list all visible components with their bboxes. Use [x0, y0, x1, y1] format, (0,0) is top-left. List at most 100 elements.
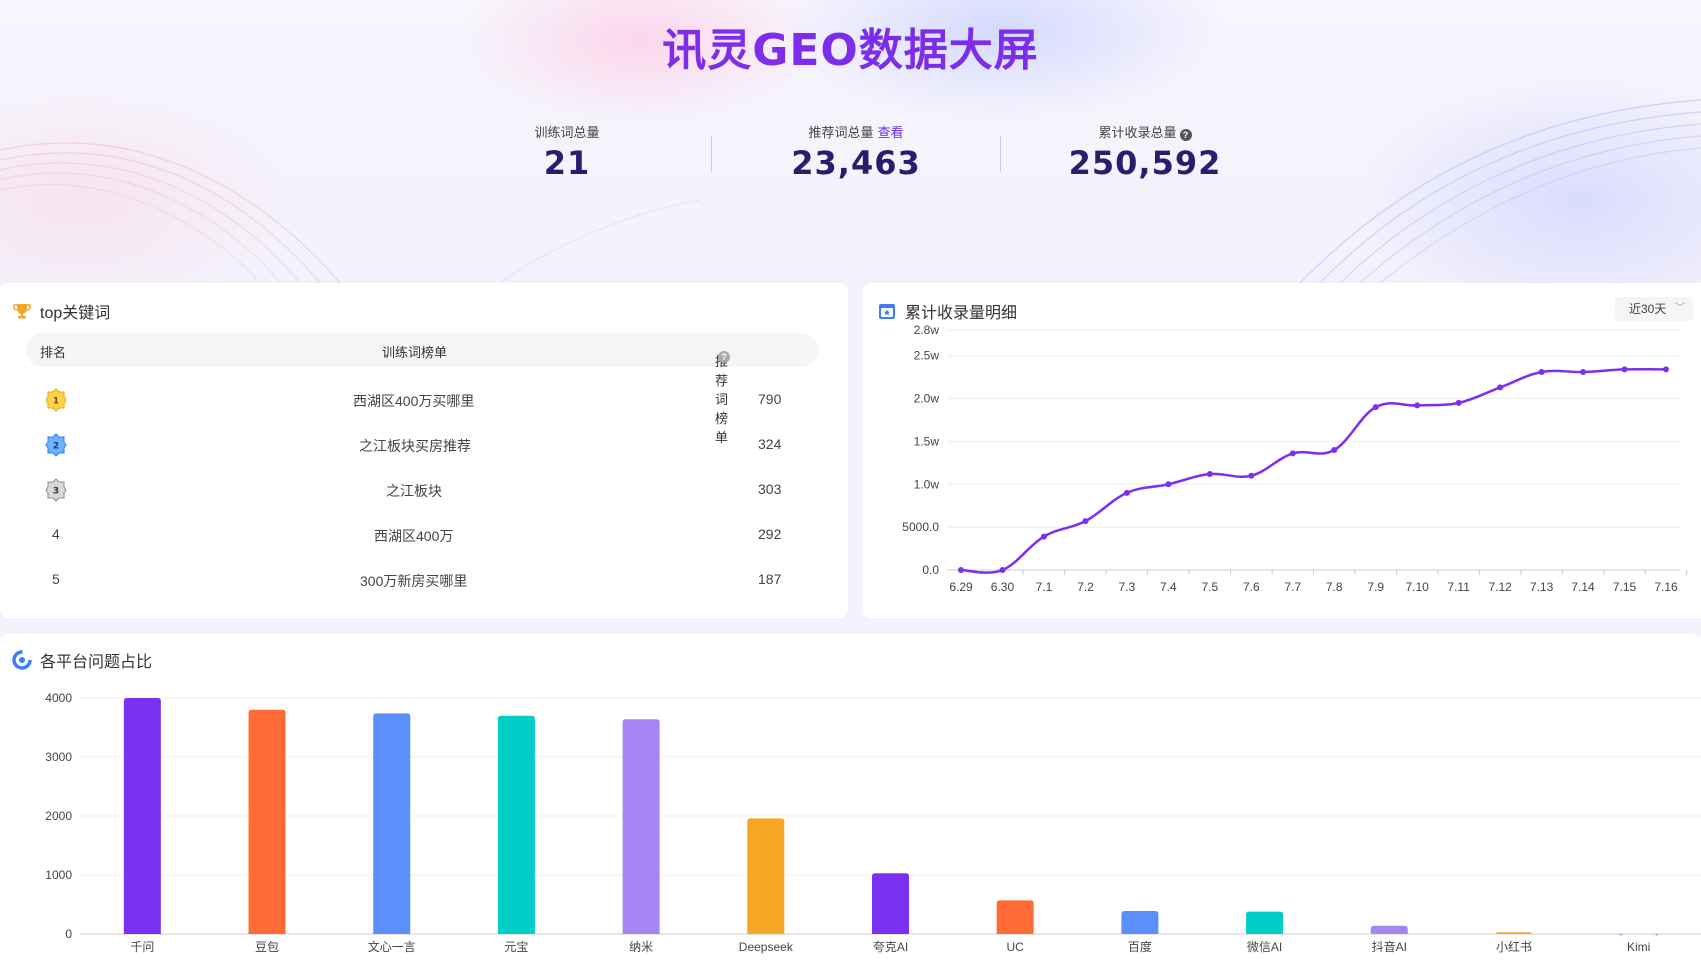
- x-tick-label: 7.10: [1405, 580, 1429, 594]
- blue-medal-icon: 2: [45, 433, 67, 457]
- range-select-value: 近30天: [1629, 302, 1667, 316]
- x-tick-label: 百度: [1128, 939, 1152, 954]
- bar[interactable]: [996, 900, 1034, 934]
- x-tick-label: 7.16: [1654, 580, 1678, 594]
- cumulative-card: 累计收录量明细 近30天 ﹀ 0.0 5000.0 1.0w 1.5w 2.0w 2.5w…: [863, 283, 1701, 618]
- y-tick-label: 2.0w: [914, 392, 940, 406]
- x-tick-label: 元宝: [504, 940, 528, 954]
- card-title: top关键词: [12, 299, 110, 323]
- rank-number: 5: [52, 571, 60, 587]
- gold-medal-icon: 1: [45, 388, 67, 412]
- x-tick-label: 6.30: [991, 580, 1015, 594]
- keyword-text: 之江板块: [386, 483, 442, 499]
- data-point[interactable]: [1123, 489, 1130, 496]
- x-tick-label: Kimi: [1627, 940, 1650, 954]
- y-tick-label: 1.0w: [914, 477, 940, 491]
- x-tick-label: 小红书: [1496, 939, 1532, 954]
- x-tick-label: 纳米: [629, 940, 653, 954]
- keyword-text: 之江板块买房推荐: [359, 438, 471, 454]
- bar[interactable]: [747, 818, 785, 934]
- keyword-count: 292: [758, 526, 782, 542]
- data-point[interactable]: [1497, 384, 1504, 391]
- stat-label-text: 训练词总量: [534, 125, 600, 140]
- keyword-text: 300万新房买哪里: [360, 573, 468, 589]
- rank-number: 4: [52, 526, 60, 542]
- data-point[interactable]: [1082, 518, 1089, 525]
- x-tick-label: 豆包: [255, 940, 279, 954]
- bar[interactable]: [1121, 910, 1159, 934]
- keyword-count: 790: [758, 391, 782, 407]
- stat-label: 推荐词总量 查看: [746, 122, 966, 140]
- y-tick-label: 1.5w: [914, 434, 940, 448]
- data-point[interactable]: [1538, 369, 1545, 375]
- x-tick-label: 微信AI: [1247, 940, 1282, 954]
- bar[interactable]: [1370, 925, 1408, 934]
- data-point[interactable]: [999, 567, 1006, 573]
- view-link[interactable]: 查看: [878, 125, 904, 140]
- keyword-count: 324: [758, 436, 782, 452]
- stat-label-text: 推荐词总量: [808, 125, 874, 140]
- column-header-training: 训练词榜单: [382, 345, 448, 360]
- data-point[interactable]: [1580, 369, 1587, 375]
- x-tick-label: 7.4: [1160, 580, 1177, 594]
- column-header-rank: 排名: [40, 345, 67, 360]
- data-point[interactable]: [1331, 447, 1338, 453]
- data-point[interactable]: [958, 567, 964, 573]
- x-tick-label: 7.14: [1571, 580, 1595, 594]
- data-point[interactable]: [1621, 366, 1628, 373]
- stat-label: 训练词总量: [457, 122, 677, 140]
- rank-number: 1: [53, 397, 59, 407]
- bar[interactable]: [872, 873, 909, 934]
- y-tick-label: 2.5w: [914, 349, 940, 363]
- keyword-text: 西湖区400万买哪里: [353, 393, 475, 409]
- bar[interactable]: [622, 719, 660, 934]
- table-row: 4 西湖区400万 292: [26, 514, 818, 558]
- bar[interactable]: [1495, 932, 1533, 936]
- y-tick-label: 1000: [45, 868, 72, 882]
- stat-value: 23,463: [791, 144, 921, 182]
- y-tick-label: 3000: [45, 750, 72, 764]
- data-point[interactable]: [1040, 533, 1047, 540]
- data-point[interactable]: [1455, 399, 1462, 406]
- x-tick-label: 6.29: [949, 580, 973, 594]
- bar[interactable]: [497, 715, 535, 934]
- stat-divider: [1000, 136, 1001, 172]
- hero-banner: 讯灵GEO数据大屏 训练词总量 21 推荐词总量 查看 23,463 累计收录总量…: [0, 0, 1701, 283]
- x-tick-label: 7.7: [1284, 580, 1301, 594]
- x-tick-label: 7.9: [1367, 580, 1384, 594]
- rank-number: 3: [53, 487, 59, 497]
- bar[interactable]: [248, 709, 286, 934]
- trophy-icon: [13, 304, 31, 319]
- table-row: 3 之江板块 303: [26, 469, 818, 513]
- silver-medal-icon: 3: [45, 478, 67, 502]
- x-tick-label: 7.1: [1036, 580, 1053, 594]
- data-point[interactable]: [1372, 404, 1379, 411]
- platforms-card: 各平台问题占比 0 1000 2000 3000 4000 千问 豆包 文心一言 元宝 纳米 Dee…: [0, 634, 1701, 966]
- x-tick-label: 千问: [130, 940, 154, 954]
- x-tick-label: 夸克AI: [873, 940, 908, 954]
- data-point[interactable]: [1248, 472, 1255, 479]
- stat-recommended-words: 推荐词总量 查看 23,463: [746, 122, 966, 182]
- stat-divider: [711, 136, 712, 172]
- y-tick-label: 2.8w: [914, 323, 940, 337]
- data-point[interactable]: [1206, 471, 1213, 477]
- x-tick-label: 抖音AI: [1372, 939, 1407, 954]
- stat-label: 累计收录总量?: [1035, 122, 1255, 141]
- help-icon[interactable]: ?: [718, 351, 730, 363]
- data-point[interactable]: [1165, 481, 1172, 488]
- data-point[interactable]: [1663, 366, 1669, 373]
- x-tick-label: 7.15: [1613, 580, 1637, 594]
- stat-value: 21: [543, 144, 591, 182]
- bar[interactable]: [1246, 911, 1284, 934]
- data-point[interactable]: [1414, 402, 1421, 409]
- help-icon[interactable]: ?: [1179, 129, 1192, 141]
- x-tick-label: 文心一言: [368, 939, 416, 954]
- stat-cumulative-total: 累计收录总量? 250,592: [1035, 122, 1255, 182]
- x-tick-label: 7.13: [1530, 580, 1554, 594]
- data-point[interactable]: [1289, 450, 1296, 457]
- table-row: 2 之江板块买房推荐 324: [26, 424, 818, 468]
- bar[interactable]: [373, 713, 411, 934]
- keyword-count: 187: [758, 571, 782, 587]
- bar[interactable]: [123, 698, 161, 934]
- x-tick-label: 7.3: [1119, 580, 1136, 594]
